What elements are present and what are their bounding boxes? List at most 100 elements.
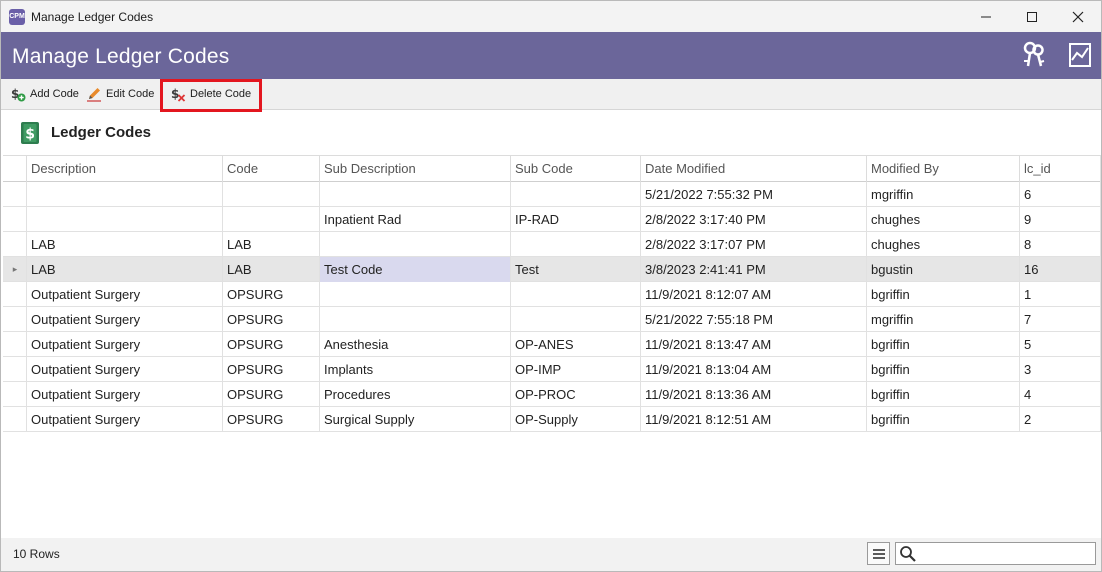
cell-code[interactable]: LAB <box>222 232 319 257</box>
cell-modified-by[interactable]: mgriffin <box>866 182 1019 207</box>
cell-sub-description[interactable] <box>319 282 510 307</box>
cell-sub-description[interactable]: Procedures <box>319 382 510 407</box>
cell-description[interactable]: Outpatient Surgery <box>26 357 222 382</box>
cell-code[interactable]: OPSURG <box>222 332 319 357</box>
cell-code[interactable] <box>222 182 319 207</box>
table-row[interactable]: 5/21/2022 7:55:32 PM mgriffin 6 <box>3 182 1101 207</box>
chart-button[interactable] <box>1065 40 1095 70</box>
table-row[interactable]: Inpatient Rad IP-RAD 2/8/2022 3:17:40 PM ch… <box>3 207 1101 232</box>
cell-sub-code[interactable]: OP-IMP <box>510 357 640 382</box>
column-header-description[interactable]: Description <box>26 156 222 182</box>
cell-modified-by[interactable]: bgriffin <box>866 332 1019 357</box>
cell-date-modified[interactable]: 5/21/2022 7:55:32 PM <box>640 182 866 207</box>
table-row[interactable]: LAB LAB 2/8/2022 3:17:07 PM chughes 8 <box>3 232 1101 257</box>
cell-date-modified[interactable]: 2/8/2022 3:17:40 PM <box>640 207 866 232</box>
row-header[interactable] <box>3 382 27 407</box>
row-header[interactable] <box>3 207 27 232</box>
table-row[interactable]: Outpatient Surgery OPSURG 5/21/2022 7:55:1… <box>3 307 1101 332</box>
cell-description[interactable]: Outpatient Surgery <box>26 332 222 357</box>
grid-menu-button[interactable] <box>867 542 890 565</box>
cell-code[interactable]: OPSURG <box>222 282 319 307</box>
cell-date-modified[interactable]: 11/9/2021 8:12:07 AM <box>640 282 866 307</box>
cell-code[interactable]: LAB <box>222 257 319 282</box>
add-code-button[interactable]: $ Add Code <box>10 83 79 105</box>
cell-modified-by[interactable]: bgriffin <box>866 407 1019 432</box>
cell-modified-by[interactable]: bgriffin <box>866 382 1019 407</box>
table-row[interactable]: Outpatient Surgery OPSURG Anesthesia OP-ANE… <box>3 332 1101 357</box>
cell-modified-by[interactable]: bgriffin <box>866 357 1019 382</box>
column-header-sub-description[interactable]: Sub Description <box>319 156 510 182</box>
table-row[interactable]: Outpatient Surgery OPSURG 11/9/2021 8:12:0… <box>3 282 1101 307</box>
search-input[interactable] <box>918 543 1088 564</box>
cell-date-modified[interactable]: 11/9/2021 8:13:36 AM <box>640 382 866 407</box>
cell-sub-code[interactable] <box>510 307 640 332</box>
cell-sub-description[interactable]: Test Code <box>319 257 510 282</box>
cell-code[interactable] <box>222 207 319 232</box>
cell-sub-code[interactable]: OP-PROC <box>510 382 640 407</box>
close-button[interactable] <box>1055 1 1101 32</box>
cell-description[interactable] <box>26 207 222 232</box>
row-header[interactable] <box>3 307 27 332</box>
table-row[interactable]: Outpatient Surgery OPSURG Procedures OP-PRO… <box>3 382 1101 407</box>
cell-description[interactable] <box>26 182 222 207</box>
cell-sub-description[interactable]: Anesthesia <box>319 332 510 357</box>
column-header-modified-by[interactable]: Modified By <box>866 156 1019 182</box>
cell-description[interactable]: Outpatient Surgery <box>26 282 222 307</box>
cell-description[interactable]: LAB <box>26 257 222 282</box>
maximize-button[interactable] <box>1009 1 1055 32</box>
column-header-date-modified[interactable]: Date Modified <box>640 156 866 182</box>
row-header[interactable] <box>3 407 27 432</box>
cell-modified-by[interactable]: mgriffin <box>866 307 1019 332</box>
cell-sub-description[interactable] <box>319 307 510 332</box>
column-header-code[interactable]: Code <box>222 156 319 182</box>
row-header[interactable] <box>3 332 27 357</box>
cell-code[interactable]: OPSURG <box>222 307 319 332</box>
cell-description[interactable]: Outpatient Surgery <box>26 307 222 332</box>
cell-date-modified[interactable]: 11/9/2021 8:13:04 AM <box>640 357 866 382</box>
column-header-sub-code[interactable]: Sub Code <box>510 156 640 182</box>
cell-code[interactable]: OPSURG <box>222 357 319 382</box>
cell-lc-id[interactable]: 8 <box>1019 232 1101 257</box>
row-indicator-icon[interactable]: ▸ <box>3 257 27 282</box>
cell-sub-code[interactable]: IP-RAD <box>510 207 640 232</box>
row-header[interactable] <box>3 182 27 207</box>
cell-sub-code[interactable]: OP-ANES <box>510 332 640 357</box>
cell-description[interactable]: Outpatient Surgery <box>26 407 222 432</box>
cell-lc-id[interactable]: 7 <box>1019 307 1101 332</box>
cell-date-modified[interactable]: 2/8/2022 3:17:07 PM <box>640 232 866 257</box>
table-row[interactable]: Outpatient Surgery OPSURG Surgical Supply O… <box>3 407 1101 432</box>
cell-lc-id[interactable]: 9 <box>1019 207 1101 232</box>
cell-code[interactable]: OPSURG <box>222 407 319 432</box>
row-header[interactable] <box>3 232 27 257</box>
cell-sub-code[interactable]: OP-Supply <box>510 407 640 432</box>
cell-description[interactable]: Outpatient Surgery <box>26 382 222 407</box>
cell-sub-code[interactable]: Test <box>510 257 640 282</box>
cell-date-modified[interactable]: 11/9/2021 8:13:47 AM <box>640 332 866 357</box>
cell-lc-id[interactable]: 1 <box>1019 282 1101 307</box>
cell-modified-by[interactable]: bgustin <box>866 257 1019 282</box>
cell-date-modified[interactable]: 5/21/2022 7:55:18 PM <box>640 307 866 332</box>
cell-sub-code[interactable] <box>510 182 640 207</box>
cell-sub-code[interactable] <box>510 282 640 307</box>
cell-sub-description[interactable]: Implants <box>319 357 510 382</box>
cell-lc-id[interactable]: 4 <box>1019 382 1101 407</box>
cell-sub-code[interactable] <box>510 232 640 257</box>
cell-modified-by[interactable]: chughes <box>866 207 1019 232</box>
row-header[interactable] <box>3 357 27 382</box>
cell-sub-description[interactable]: Inpatient Rad <box>319 207 510 232</box>
row-header[interactable] <box>3 282 27 307</box>
cell-sub-description[interactable] <box>319 232 510 257</box>
cell-lc-id[interactable]: 2 <box>1019 407 1101 432</box>
cell-lc-id[interactable]: 16 <box>1019 257 1101 282</box>
edit-code-button[interactable]: Edit Code <box>86 83 154 105</box>
cell-sub-description[interactable] <box>319 182 510 207</box>
cell-modified-by[interactable]: chughes <box>866 232 1019 257</box>
cell-sub-description[interactable]: Surgical Supply <box>319 407 510 432</box>
cell-lc-id[interactable]: 6 <box>1019 182 1101 207</box>
table-row[interactable]: ▸ LAB LAB Test Code Test 3/8/2023 2:41:41 PM b… <box>3 257 1101 282</box>
cell-code[interactable]: OPSURG <box>222 382 319 407</box>
minimize-button[interactable] <box>963 1 1009 32</box>
cell-modified-by[interactable]: bgriffin <box>866 282 1019 307</box>
cell-description[interactable]: LAB <box>26 232 222 257</box>
table-row[interactable]: Outpatient Surgery OPSURG Implants OP-IMP 11… <box>3 357 1101 382</box>
